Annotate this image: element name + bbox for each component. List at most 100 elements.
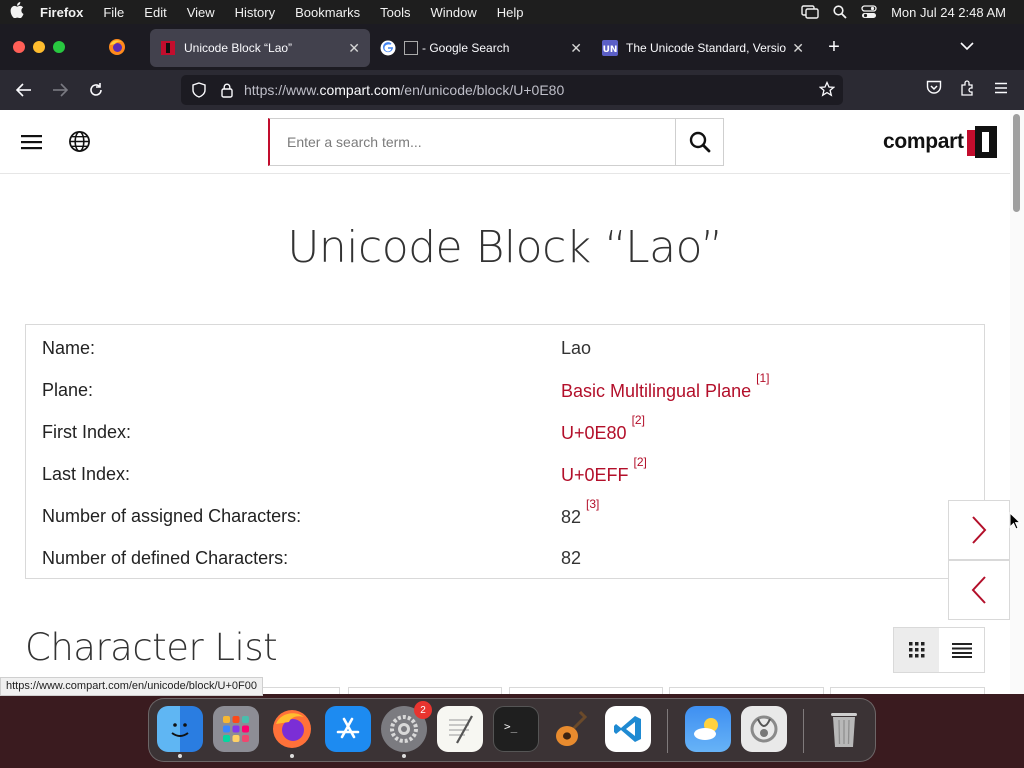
grid-icon bbox=[908, 642, 924, 658]
trash-icon[interactable] bbox=[821, 706, 867, 752]
finder-icon[interactable] bbox=[157, 706, 203, 758]
tab-unicode-block-lao[interactable]: Unicode Block “Lao” ✕ bbox=[150, 29, 370, 67]
previous-block-button[interactable] bbox=[948, 560, 1010, 620]
character-card[interactable] bbox=[348, 687, 502, 694]
menu-bookmarks[interactable]: Bookmarks bbox=[285, 5, 370, 20]
tab-title: - Google Search bbox=[422, 41, 510, 55]
menu-edit[interactable]: Edit bbox=[134, 5, 176, 20]
info-value-link[interactable]: Basic Multilingual Plane [1] bbox=[561, 371, 769, 402]
textedit-icon[interactable] bbox=[437, 706, 483, 752]
extensions-icon[interactable] bbox=[960, 79, 976, 101]
search-input[interactable] bbox=[270, 119, 675, 165]
chevron-right-icon bbox=[972, 516, 987, 544]
disk-utility-icon[interactable] bbox=[741, 706, 787, 752]
window-controls bbox=[0, 41, 84, 53]
pocket-icon[interactable] bbox=[926, 80, 942, 100]
close-tab-icon[interactable]: ✕ bbox=[570, 40, 582, 57]
info-row-defined: Number of defined Characters: 82 bbox=[26, 537, 984, 579]
tracking-protection-shield-icon[interactable] bbox=[189, 82, 209, 98]
compart-favicon-icon bbox=[160, 40, 176, 56]
garageband-icon[interactable] bbox=[549, 706, 595, 752]
minimize-window-button[interactable] bbox=[33, 41, 45, 53]
zoom-window-button[interactable] bbox=[53, 41, 65, 53]
footnote-ref[interactable]: [2] bbox=[632, 413, 645, 427]
compart-logo[interactable]: compart bbox=[883, 126, 997, 158]
menu-window[interactable]: Window bbox=[421, 5, 487, 20]
info-label: Plane: bbox=[42, 379, 94, 400]
browser-tab-strip: Unicode Block “Lao” ✕ - Google Search ✕ … bbox=[0, 24, 1024, 70]
apple-menu-icon[interactable] bbox=[0, 2, 34, 22]
terminal-icon[interactable]: >_ bbox=[493, 706, 539, 752]
info-label: Number of defined Characters: bbox=[42, 547, 289, 568]
system-settings-icon[interactable]: 2 bbox=[381, 701, 432, 758]
link-hover-status: https://www.compart.com/en/unicode/block… bbox=[0, 677, 263, 696]
scrollbar-thumb[interactable] bbox=[1013, 114, 1020, 212]
lock-icon[interactable] bbox=[219, 83, 235, 98]
reload-button[interactable] bbox=[78, 82, 114, 98]
macos-dock: 2 >_ bbox=[148, 698, 876, 762]
character-card[interactable] bbox=[509, 687, 663, 694]
running-indicator bbox=[402, 754, 406, 758]
tab-unicode-standard[interactable]: UN The Unicode Standard, Version ✕ bbox=[592, 29, 814, 67]
character-card[interactable] bbox=[669, 687, 824, 694]
spotlight-search-icon[interactable] bbox=[833, 5, 847, 19]
back-button[interactable] bbox=[6, 83, 42, 97]
language-globe-icon[interactable] bbox=[68, 130, 91, 158]
page-scrollbar[interactable] bbox=[1010, 110, 1024, 694]
app-store-icon[interactable] bbox=[325, 706, 371, 752]
menu-file[interactable]: File bbox=[93, 5, 134, 20]
menu-history[interactable]: History bbox=[225, 5, 285, 20]
menu-tools[interactable]: Tools bbox=[370, 5, 420, 20]
web-page-viewport: compart Unicode Block “Lao” Name: Lao Pl… bbox=[0, 110, 1024, 694]
page-title: Unicode Block “Lao” bbox=[287, 222, 723, 273]
hamburger-menu-icon[interactable] bbox=[21, 134, 42, 155]
menu-help[interactable]: Help bbox=[487, 5, 534, 20]
svg-text:UN: UN bbox=[603, 45, 618, 55]
view-toggle bbox=[893, 627, 985, 673]
plane-link[interactable]: Basic Multilingual Plane bbox=[561, 381, 751, 401]
site-search-box bbox=[268, 118, 724, 166]
forward-button[interactable] bbox=[42, 83, 78, 97]
next-block-button[interactable] bbox=[948, 500, 1010, 560]
footnote-ref[interactable]: [1] bbox=[756, 371, 769, 385]
running-indicator bbox=[178, 754, 182, 758]
weather-icon[interactable] bbox=[685, 706, 731, 752]
character-card[interactable] bbox=[830, 687, 985, 694]
list-all-tabs-button[interactable] bbox=[960, 38, 974, 56]
url-text[interactable]: https://www.compart.com/en/unicode/block… bbox=[244, 82, 564, 98]
url-domain: compart.com bbox=[319, 82, 401, 98]
site-header: compart bbox=[0, 110, 1024, 174]
first-index-link[interactable]: U+0E80 bbox=[561, 423, 627, 443]
close-tab-icon[interactable]: ✕ bbox=[792, 40, 804, 57]
footnote-ref[interactable]: [2] bbox=[634, 455, 647, 469]
google-favicon-icon bbox=[380, 40, 396, 56]
firefox-view-button[interactable] bbox=[84, 38, 150, 56]
info-value: 82 [3] bbox=[561, 497, 599, 528]
list-view-button[interactable] bbox=[939, 628, 984, 672]
broken-glyph-icon bbox=[404, 41, 418, 55]
footnote-ref[interactable]: [3] bbox=[586, 497, 599, 511]
new-tab-button[interactable]: + bbox=[814, 36, 854, 59]
search-button[interactable] bbox=[675, 119, 723, 165]
close-window-button[interactable] bbox=[13, 41, 25, 53]
screen-mirroring-icon[interactable] bbox=[801, 5, 819, 19]
compart-logo-mark-icon bbox=[966, 126, 997, 158]
menubar-clock[interactable]: Mon Jul 24 2:48 AM bbox=[891, 5, 1006, 20]
launchpad-icon[interactable] bbox=[213, 706, 259, 752]
bookmark-star-icon[interactable] bbox=[818, 80, 836, 100]
url-bar[interactable]: https://www.compart.com/en/unicode/block… bbox=[181, 75, 843, 105]
menu-view[interactable]: View bbox=[177, 5, 225, 20]
menu-app-name[interactable]: Firefox bbox=[34, 5, 93, 20]
vscode-icon[interactable] bbox=[605, 706, 651, 752]
tab-google-search[interactable]: - Google Search ✕ bbox=[370, 29, 592, 67]
app-menu-icon[interactable] bbox=[994, 81, 1008, 99]
logo-text: compart bbox=[883, 130, 964, 153]
close-tab-icon[interactable]: ✕ bbox=[348, 40, 360, 57]
control-center-icon[interactable] bbox=[861, 5, 877, 19]
info-value-link[interactable]: U+0E80 [2] bbox=[561, 413, 645, 444]
info-value-link[interactable]: U+0EFF [2] bbox=[561, 455, 647, 486]
last-index-link[interactable]: U+0EFF bbox=[561, 465, 629, 485]
grid-view-button[interactable] bbox=[894, 628, 939, 672]
tab-title: The Unicode Standard, Version bbox=[626, 41, 787, 55]
firefox-dock-icon[interactable] bbox=[269, 706, 315, 758]
